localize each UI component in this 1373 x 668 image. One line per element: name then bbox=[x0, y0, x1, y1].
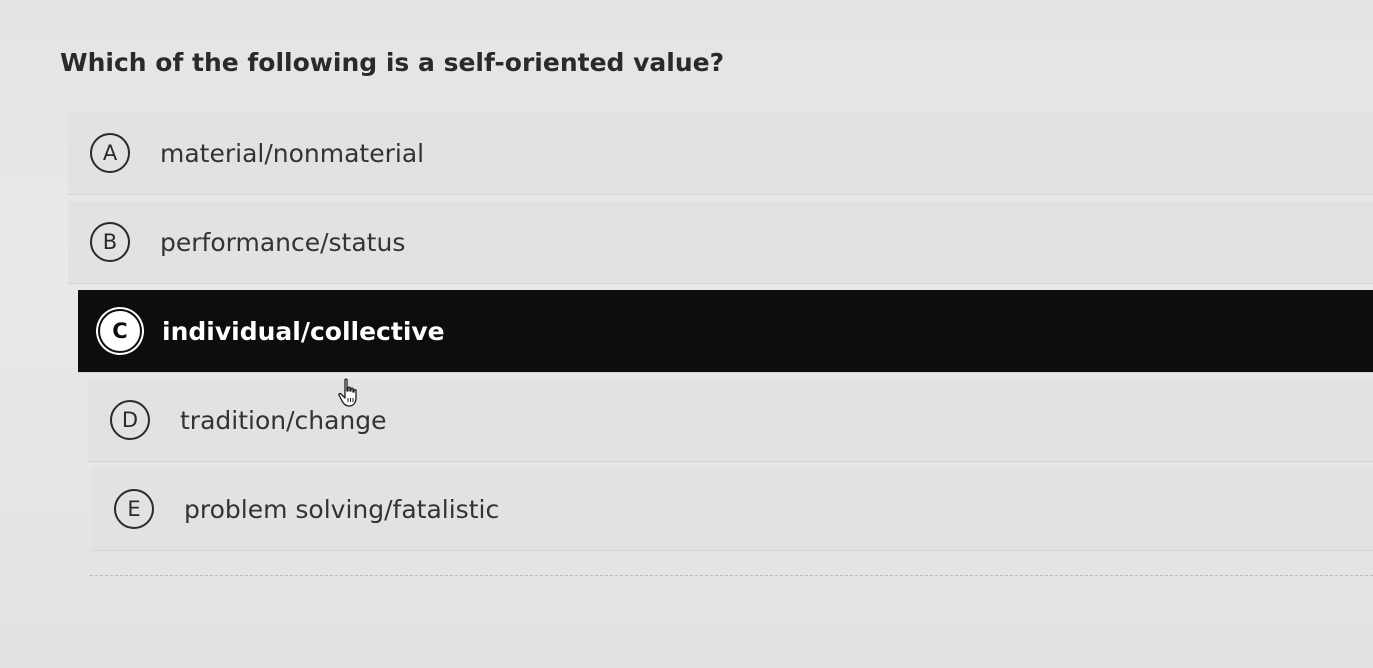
answer-options: A material/nonmaterial B performance/sta… bbox=[68, 112, 1373, 557]
option-letter-badge: B bbox=[90, 222, 130, 262]
option-d[interactable]: D tradition/change bbox=[88, 379, 1373, 462]
option-b[interactable]: B performance/status bbox=[68, 201, 1373, 284]
option-letter-badge: D bbox=[110, 400, 150, 440]
option-label: material/nonmaterial bbox=[160, 138, 425, 168]
option-label: problem solving/fatalistic bbox=[184, 494, 500, 524]
hand-pointer-cursor-icon bbox=[338, 378, 357, 407]
option-label: individual/collective bbox=[162, 316, 445, 346]
option-e[interactable]: E problem solving/fatalistic bbox=[92, 468, 1373, 551]
option-letter-badge: E bbox=[114, 489, 154, 529]
option-letter-badge: C bbox=[100, 311, 140, 351]
quiz-page: Which of the following is a self-oriente… bbox=[0, 0, 1373, 668]
divider-line bbox=[90, 575, 1373, 576]
option-c-selected[interactable]: C individual/collective bbox=[78, 290, 1373, 373]
option-label: tradition/change bbox=[180, 405, 387, 435]
question-text: Which of the following is a self-oriente… bbox=[60, 48, 725, 77]
option-letter-badge: A bbox=[90, 133, 130, 173]
option-label: performance/status bbox=[160, 227, 406, 257]
option-a[interactable]: A material/nonmaterial bbox=[68, 112, 1373, 195]
